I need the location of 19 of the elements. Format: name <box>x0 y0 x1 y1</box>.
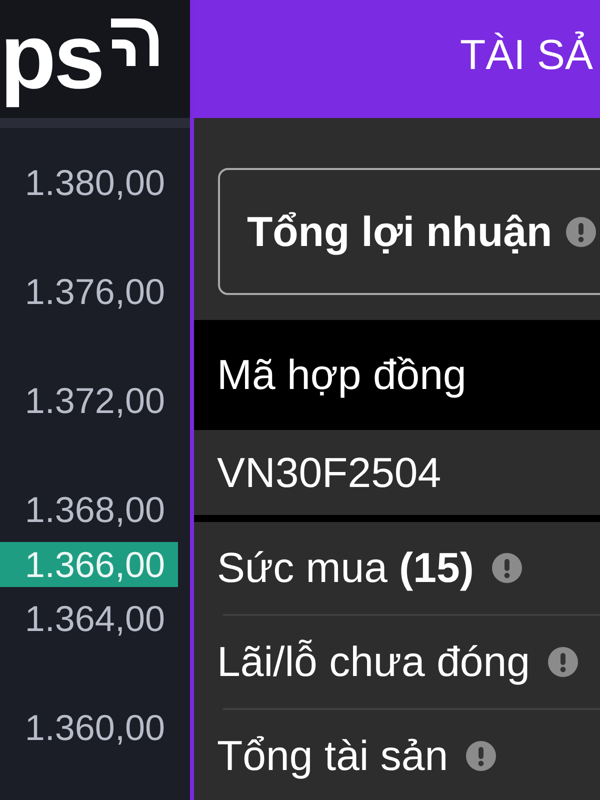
price-label: 1.368,00 <box>24 492 165 528</box>
table-cell: VN30F2504 <box>217 452 442 494</box>
info-icon[interactable] <box>548 647 578 677</box>
info-icon[interactable] <box>566 216 596 246</box>
info-icon[interactable] <box>466 741 496 771</box>
price-label: 1.380,00 <box>24 164 165 200</box>
row-label: Sức mua (15) <box>217 547 474 589</box>
row-label: Lãi/lỗ chưa đóng <box>217 641 530 683</box>
price-label: 1.372,00 <box>24 382 165 418</box>
logo-text: ps <box>0 5 103 110</box>
logo-icon <box>110 18 159 66</box>
info-icon[interactable] <box>492 553 522 583</box>
price-label: 1.376,00 <box>24 274 165 310</box>
price-label: 1.364,00 <box>24 600 165 636</box>
current-price-marker: 1.366,00 <box>0 542 178 587</box>
column-header: Mã hợp đồng <box>217 354 466 396</box>
row-label: Tổng tài sản <box>217 735 448 777</box>
price-label: 1.360,00 <box>24 710 165 746</box>
card-title: Tổng lợi nhuận <box>247 210 552 252</box>
